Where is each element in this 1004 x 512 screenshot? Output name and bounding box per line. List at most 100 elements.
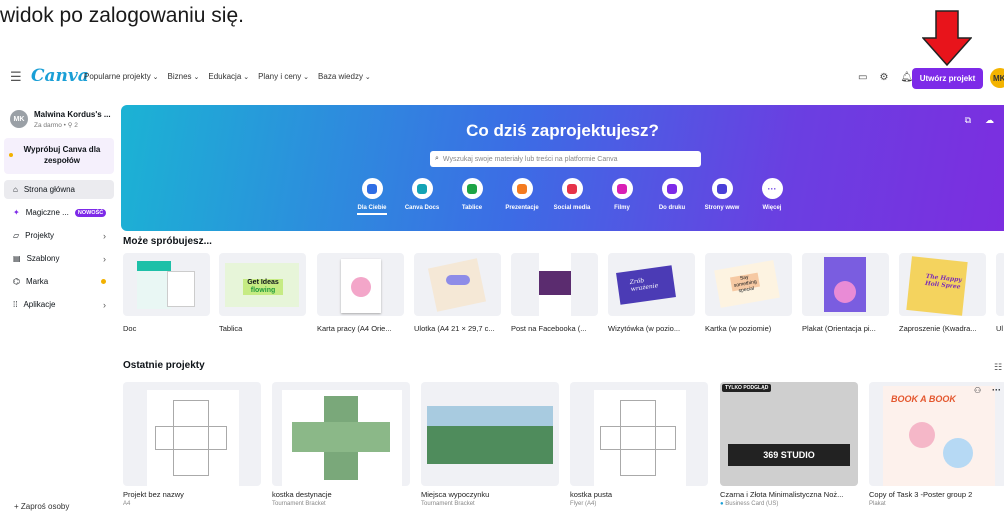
nav-menu: Popularne projekty Biznes Edukacja Plany…: [84, 72, 371, 81]
more-options-icon[interactable]: ···: [992, 385, 1001, 395]
suggestion-tile-doc[interactable]: [123, 253, 210, 316]
suggestion-tile-invitation[interactable]: The Happy Holi Spree: [899, 253, 986, 316]
project-type: A4: [123, 501, 131, 507]
suggestion-tile-flyer[interactable]: [414, 253, 501, 316]
top-navigation: ☰ Canva Popularne projekty Biznes Edukac…: [0, 64, 1004, 92]
folder-icon: ▱: [13, 231, 20, 240]
avatar[interactable]: MK: [990, 68, 1004, 88]
sidebar-item-label: Projekty: [25, 231, 55, 240]
chevron-right-icon: ›: [103, 253, 106, 264]
sidebar-item-projects[interactable]: ▱ Projekty ›: [4, 226, 114, 245]
suggestion-label: Post na Facebooka (...: [511, 324, 587, 333]
sidebar-item-brand[interactable]: ⌬ Marka: [4, 272, 114, 291]
category-more[interactable]: ··· Więcej: [747, 178, 797, 215]
caption-text: widok po zalogowaniu się.: [0, 4, 244, 27]
category-label: Więcej: [762, 205, 782, 211]
preview-only-badge: TYLKO PODGLĄD: [722, 384, 772, 392]
hero-banner: Co dziś zaprojektujesz? ⧉ ☁ ⌕ Wyszukaj s…: [121, 105, 1004, 231]
recent-projects-heading: Ostatnie projekty: [123, 360, 205, 371]
sidebar-item-templates[interactable]: ▤ Szablony ›: [4, 249, 114, 268]
sidebar-item-apps[interactable]: ⁞⁞ Aplikacje ›: [4, 295, 114, 314]
category-websites[interactable]: Strony www: [697, 178, 747, 215]
try-teams-button[interactable]: Wypróbuj Canva dla zespołów: [4, 138, 114, 174]
sparkle-icon: ✦: [13, 208, 20, 217]
account-switcher[interactable]: MK Malwina Kordus's ... Za darmo • ⚲ 2: [10, 110, 111, 129]
project-card[interactable]: BOOK A BOOK: [869, 382, 1004, 486]
category-docs[interactable]: Canva Docs: [397, 178, 447, 215]
create-design-button[interactable]: Utwórz projekt: [912, 68, 983, 89]
category-presentations[interactable]: Prezentacje: [497, 178, 547, 215]
upload-icon[interactable]: ☁: [985, 115, 994, 126]
category-print[interactable]: Do druku: [647, 178, 697, 215]
suggestion-label: Ul: [996, 324, 1004, 333]
category-icon: [661, 178, 683, 199]
suggestion-tile-worksheet[interactable]: [317, 253, 404, 316]
category-icon: [361, 178, 383, 199]
nav-item[interactable]: Biznes: [168, 72, 200, 81]
project-name: Miejsca wypoczynku: [421, 490, 490, 499]
hero-title: Co dziś zaprojektujesz?: [466, 121, 659, 140]
category-for-you[interactable]: Dla Ciebie: [347, 178, 397, 215]
nav-item[interactable]: Popularne projekty: [84, 72, 159, 81]
suggestion-label: Wizytówka (w pozio...: [608, 324, 681, 333]
book-title-text: BOOK A BOOK: [891, 394, 956, 404]
category-label: Dla Ciebie: [357, 205, 387, 215]
sidebar-item-magic[interactable]: ✦ Magiczne ... NOWOŚĆ: [4, 203, 114, 222]
project-card[interactable]: [421, 382, 559, 486]
chevron-right-icon: ›: [103, 230, 106, 241]
suggestion-label: Zaproszenie (Kwadra...: [899, 324, 977, 333]
resize-icon[interactable]: ⧉: [965, 115, 971, 126]
category-videos[interactable]: Filmy: [597, 178, 647, 215]
apps-icon: ⁞⁞: [13, 300, 18, 309]
suggestion-tile-poster[interactable]: [802, 253, 889, 316]
project-name: kostka pusta: [570, 490, 613, 499]
search-placeholder: Wyszukaj swoje materiały lub treści na p…: [442, 155, 618, 163]
search-icon: ⌕: [435, 155, 439, 162]
category-icon: [411, 178, 433, 199]
status-dot: [101, 279, 106, 284]
project-card[interactable]: 369 STUDIO TYLKO PODGLĄD: [720, 382, 858, 486]
collaborators-icon[interactable]: ⚇: [974, 386, 981, 395]
project-name: Projekt bez nazwy: [123, 490, 184, 499]
project-card[interactable]: [123, 382, 261, 486]
menu-icon[interactable]: ☰: [10, 69, 22, 85]
canva-logo[interactable]: Canva: [31, 66, 89, 86]
sidebar-item-label: Marka: [25, 277, 49, 286]
category-whiteboards[interactable]: Tablice: [447, 178, 497, 215]
nav-item[interactable]: Baza wiedzy: [318, 72, 371, 81]
category-icon: [561, 178, 583, 199]
suggestion-tile-partial[interactable]: [996, 253, 1004, 316]
account-plan: Za darmo • ⚲ 2: [34, 122, 78, 129]
studio-text: 369 STUDIO: [728, 444, 850, 466]
monitor-icon[interactable]: ▭: [858, 72, 867, 83]
brand-icon: ⌬: [13, 277, 20, 286]
project-type: Tournament Bracket: [272, 501, 326, 507]
suggestion-tile-card[interactable]: Say something special: [705, 253, 792, 316]
sidebar: MK Malwina Kordus's ... Za darmo • ⚲ 2 W…: [0, 100, 116, 512]
project-type: Flyer (A4): [570, 501, 597, 507]
project-name: Copy of Task 3 -Poster group 2: [869, 490, 973, 499]
suggestion-tile-whiteboard[interactable]: Get Ideas flowing: [219, 253, 306, 316]
project-type: Tournament Bracket: [421, 501, 475, 507]
search-input[interactable]: ⌕ Wyszukaj swoje materiały lub treści na…: [430, 151, 701, 167]
category-social-media[interactable]: Social media: [547, 178, 597, 215]
category-bar: Dla Ciebie Canva Docs Tablice Prezentacj…: [347, 178, 797, 215]
suggestion-tile-facebook-post[interactable]: [511, 253, 598, 316]
project-name: kostka destynacje: [272, 490, 332, 499]
suggestion-label: Karta pracy (A4 Orie...: [317, 324, 392, 333]
project-card[interactable]: [570, 382, 708, 486]
grid-view-icon[interactable]: ☷: [994, 362, 1002, 373]
nav-item[interactable]: Plany i ceny: [258, 72, 309, 81]
new-badge: NOWOŚĆ: [74, 208, 107, 217]
invite-people-button[interactable]: + Zaproś osoby: [14, 502, 69, 511]
suggestion-label: Doc: [123, 324, 137, 333]
category-label: Prezentacje: [505, 205, 539, 211]
sidebar-item-home[interactable]: ⌂ Strona główna: [4, 180, 114, 199]
project-type: Plakat: [869, 501, 886, 507]
settings-icon[interactable]: ⚙: [879, 72, 888, 83]
project-card[interactable]: [272, 382, 410, 486]
home-icon: ⌂: [13, 185, 18, 194]
project-type-label: Business Card (US): [725, 501, 779, 507]
suggestion-tile-business-card[interactable]: Zrób wrażenie: [608, 253, 695, 316]
nav-item[interactable]: Edukacja: [208, 72, 249, 81]
